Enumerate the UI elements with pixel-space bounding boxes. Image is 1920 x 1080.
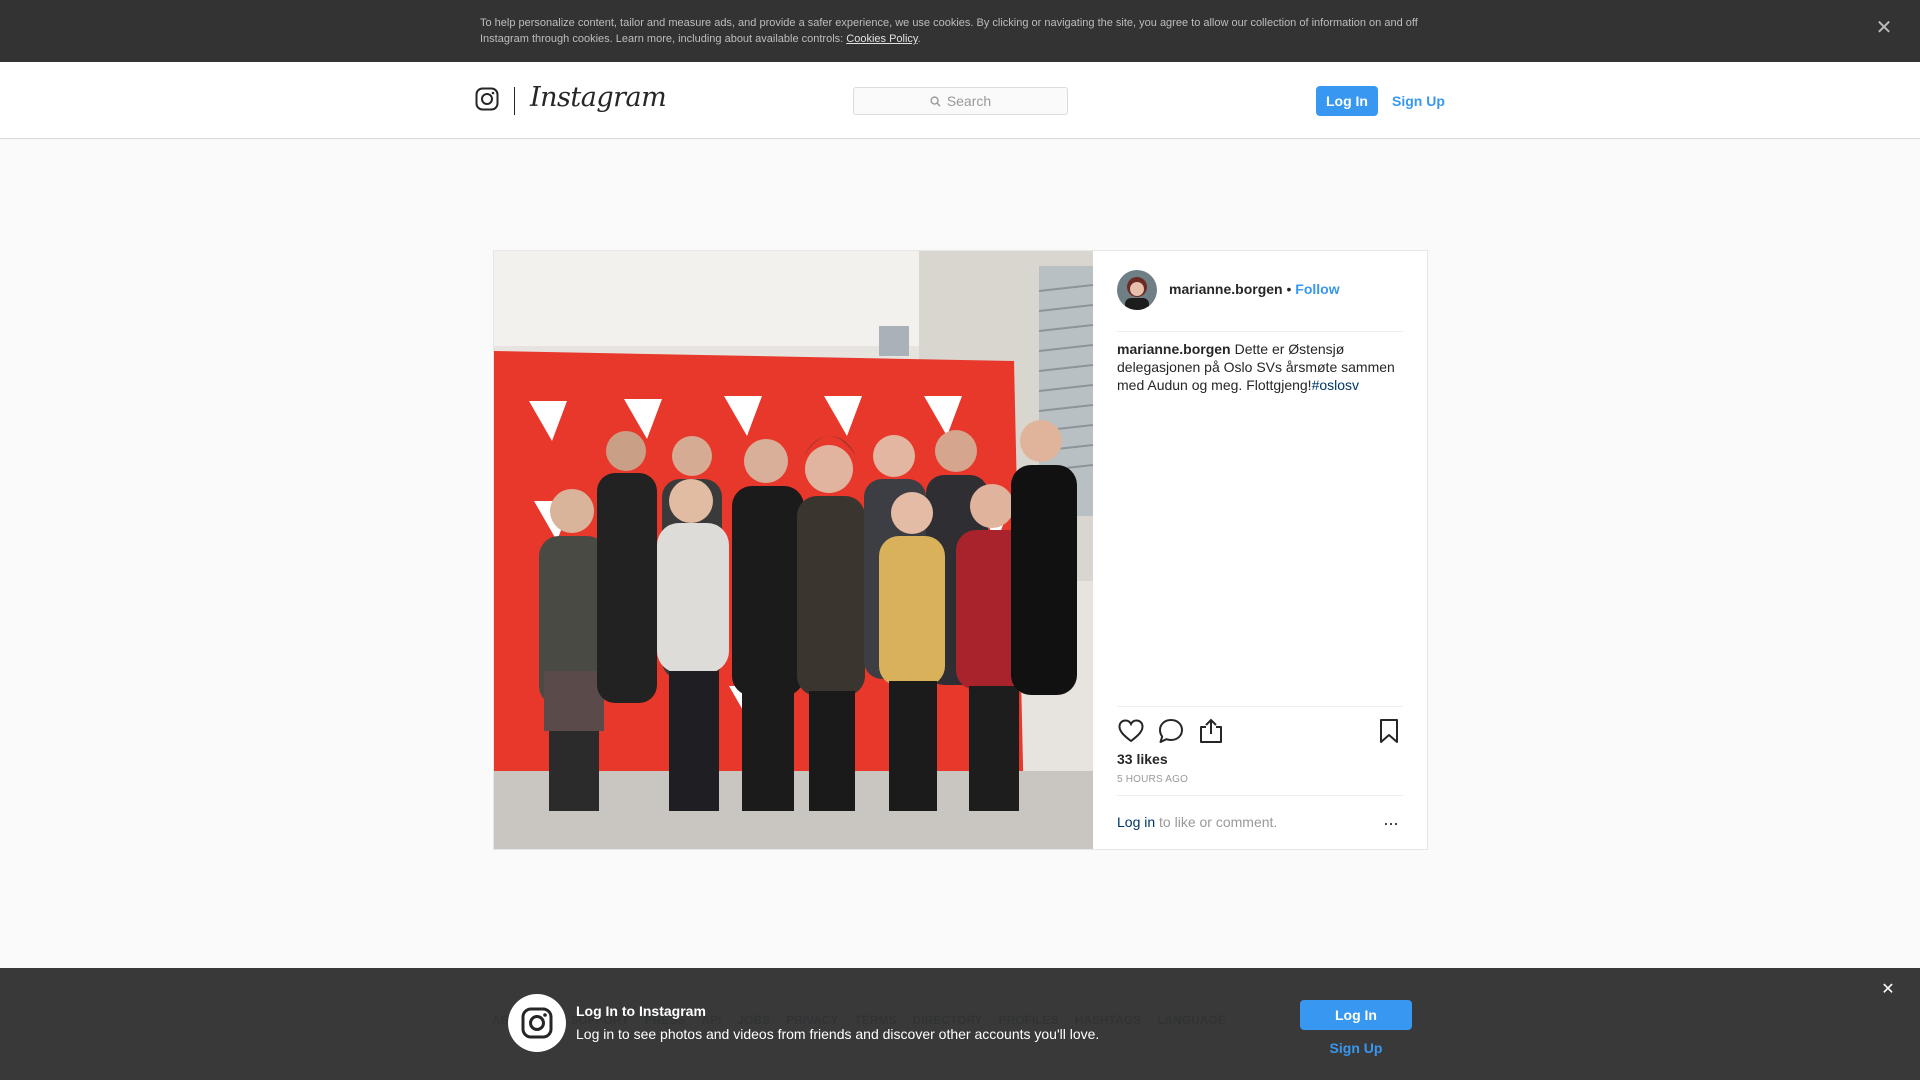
avatar[interactable] — [1117, 270, 1157, 310]
post-timestamp[interactable]: 5 HOURS AGO — [1117, 774, 1188, 785]
post-sidebar: marianne.borgen • Follow marianne.borgen… — [1093, 251, 1427, 849]
cookie-text: To help personalize content, tailor and … — [480, 15, 1440, 47]
follow-button[interactable]: Follow — [1295, 281, 1339, 297]
search-input[interactable]: Search — [853, 87, 1068, 115]
comment-suffix: to like or comment. — [1155, 814, 1278, 830]
search-placeholder: Search — [946, 93, 992, 109]
cookie-suffix: . — [917, 33, 921, 45]
top-header: Instagram Search Log In Sign Up — [0, 62, 1920, 139]
header-login-button[interactable]: Log In — [1316, 86, 1378, 116]
instagram-wordmark[interactable]: Instagram — [530, 82, 667, 113]
post-header-text: marianne.borgen • Follow — [1169, 281, 1340, 297]
cookie-banner: To help personalize content, tailor and … — [0, 0, 1920, 62]
post-header: marianne.borgen • Follow — [1117, 270, 1403, 332]
instagram-glyph-icon — [508, 994, 566, 1052]
cookie-message: To help personalize content, tailor and … — [480, 17, 1418, 45]
header-separator: • — [1282, 281, 1296, 297]
comment-icon[interactable] — [1157, 717, 1185, 745]
camera-glyph-icon — [521, 1007, 553, 1039]
header-signup-link[interactable]: Sign Up — [1392, 86, 1445, 116]
login-prompt-title: Log In to Instagram — [576, 1003, 706, 1019]
hashtag-link[interactable]: #oslosv — [1312, 377, 1359, 393]
caption-username[interactable]: marianne.borgen — [1117, 341, 1231, 357]
instagram-glyph-icon[interactable] — [475, 87, 499, 111]
comment-login-link[interactable]: Log in — [1117, 814, 1155, 830]
comment-row: Log in to like or comment. ... — [1117, 795, 1403, 845]
login-prompt-subtitle: Log in to see photos and videos from fri… — [576, 1026, 1100, 1042]
share-icon[interactable] — [1197, 717, 1225, 745]
logo-divider — [514, 87, 515, 115]
heart-icon[interactable] — [1117, 717, 1145, 745]
post-username[interactable]: marianne.borgen — [1169, 281, 1283, 297]
bookmark-icon[interactable] — [1375, 717, 1403, 745]
post-card: marianne.borgen • Follow marianne.borgen… — [493, 250, 1428, 850]
post-photo-image — [494, 251, 1093, 849]
search-icon — [930, 95, 941, 107]
avatar-image — [1117, 270, 1157, 310]
action-icon-row — [1117, 717, 1403, 745]
bottom-signup-link[interactable]: Sign Up — [1300, 1040, 1412, 1056]
comment-prompt: Log in to like or comment. — [1117, 814, 1277, 830]
likes-count[interactable]: 33 likes — [1117, 751, 1168, 767]
post-photo[interactable] — [494, 251, 1093, 849]
post-caption: marianne.borgen Dette er Østensjø delegas… — [1117, 340, 1407, 394]
close-icon[interactable]: ✕ — [1872, 16, 1896, 40]
cookies-policy-link[interactable]: Cookies Policy — [846, 33, 917, 45]
login-prompt-bar: Log In to Instagram Log in to see photos… — [0, 968, 1920, 1080]
more-options-icon[interactable]: ... — [1379, 810, 1403, 830]
bottom-login-button[interactable]: Log In — [1300, 1000, 1412, 1030]
close-icon[interactable]: ✕ — [1878, 980, 1898, 1000]
post-actions: 33 likes 5 HOURS AGO Log in to like or c… — [1117, 706, 1403, 830]
